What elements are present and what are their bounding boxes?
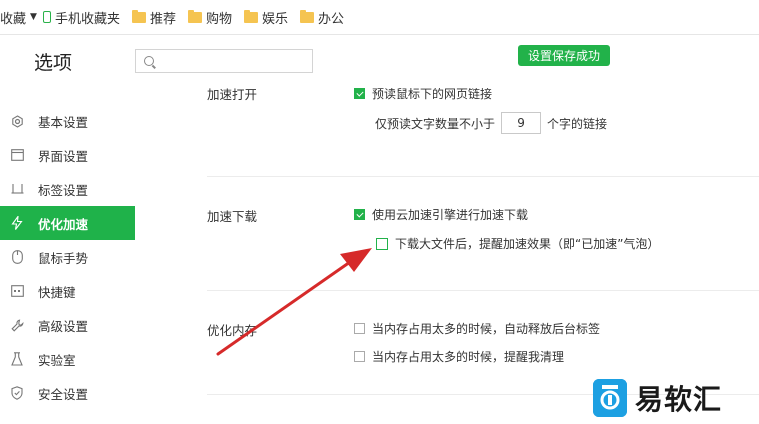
watermark: 易软汇 [593,378,722,418]
annotation-arrow [216,248,372,356]
watermark-text: 易软汇 [635,383,723,416]
watermark-logo-icon [593,379,627,417]
